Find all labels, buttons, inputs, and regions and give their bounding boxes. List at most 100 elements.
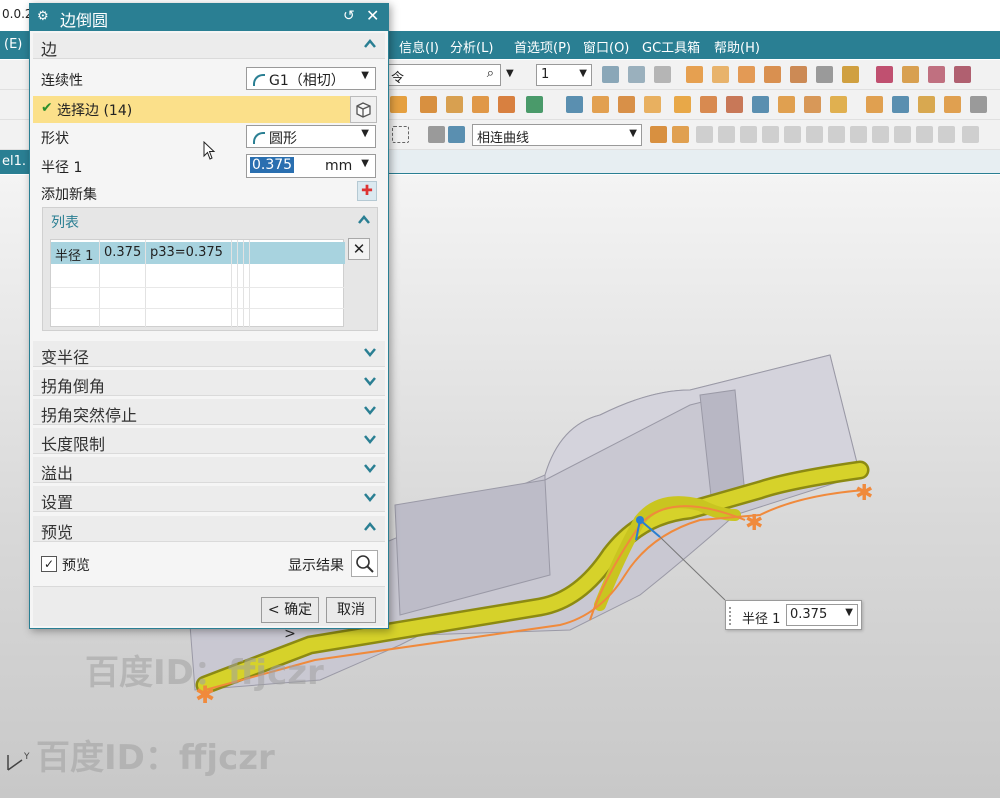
snap-off-11-icon[interactable] xyxy=(916,126,933,143)
select-edge-button[interactable] xyxy=(350,96,377,123)
section-corner-stop-header[interactable]: 拐角突然停止 xyxy=(33,399,385,425)
solid-filter-icon[interactable] xyxy=(448,126,465,143)
section-length-limit-header[interactable]: 长度限制 xyxy=(33,428,385,454)
menu-information[interactable]: 信息(I) xyxy=(399,37,439,56)
snap-control-icon[interactable] xyxy=(764,66,781,83)
menu-preferences[interactable]: 首选项(P) xyxy=(514,37,571,56)
trim-body-icon[interactable] xyxy=(752,96,769,113)
hole-icon[interactable] xyxy=(526,96,543,113)
snap-grid-icon[interactable] xyxy=(954,66,971,83)
snap-off-1-icon[interactable] xyxy=(696,126,713,143)
wcs-icon[interactable] xyxy=(628,66,645,83)
revolve-icon[interactable] xyxy=(446,96,463,113)
unite-icon[interactable] xyxy=(498,96,515,113)
snap-bounded-icon[interactable] xyxy=(928,66,945,83)
snap-off-2-icon[interactable] xyxy=(718,126,735,143)
orient-icon[interactable] xyxy=(654,66,671,83)
section-settings-header[interactable]: 设置 xyxy=(33,486,385,512)
chevron-down-icon[interactable] xyxy=(363,374,377,388)
drag-grip-icon[interactable] xyxy=(729,607,733,625)
sphere-icon[interactable] xyxy=(674,96,691,113)
snap-off-10-icon[interactable] xyxy=(894,126,911,143)
rib-icon[interactable] xyxy=(918,96,935,113)
menu-help[interactable]: 帮助(H) xyxy=(714,37,760,56)
section-corner-setback-header[interactable]: 拐角倒角 xyxy=(33,370,385,396)
draft-icon[interactable] xyxy=(804,96,821,113)
chevron-up-icon[interactable] xyxy=(363,520,377,534)
curve-rule-select[interactable]: 相连曲线 ▼ xyxy=(472,124,642,146)
chevron-down-icon[interactable] xyxy=(363,345,377,359)
pattern-icon[interactable] xyxy=(472,96,489,113)
snap-face-icon[interactable] xyxy=(902,66,919,83)
list-item[interactable]: 半径 1 0.375 p33=0.375 xyxy=(51,242,345,264)
snap-off-6-icon[interactable] xyxy=(806,126,823,143)
snap-intersection-icon[interactable] xyxy=(790,66,807,83)
chamfer-icon[interactable] xyxy=(700,96,717,113)
blend-icon[interactable] xyxy=(726,96,743,113)
snap-off-8-icon[interactable] xyxy=(850,126,867,143)
box-select-icon[interactable] xyxy=(392,126,409,143)
radius-callout-input[interactable]: 0.375 ▼ xyxy=(786,604,858,626)
more-tools-icon[interactable] xyxy=(970,96,987,113)
snap-off-7-icon[interactable] xyxy=(828,126,845,143)
render-icon[interactable] xyxy=(390,96,407,113)
chevron-up-icon[interactable] xyxy=(363,37,377,51)
snap-existing-icon[interactable] xyxy=(876,66,893,83)
section-variable-radius-header[interactable]: 变半径 xyxy=(33,341,385,367)
block-icon[interactable] xyxy=(592,96,609,113)
section-overflow-header[interactable]: 溢出 xyxy=(33,457,385,483)
offset-face-icon[interactable] xyxy=(778,96,795,113)
count-select[interactable]: 1 ▼ xyxy=(536,64,592,86)
mirror-icon[interactable] xyxy=(944,96,961,113)
show-result-button[interactable] xyxy=(351,550,378,577)
cylinder-icon[interactable] xyxy=(618,96,635,113)
preview-checkbox[interactable]: ✓ xyxy=(41,556,57,572)
layer-icon[interactable] xyxy=(602,66,619,83)
radius-input[interactable]: 0.375 mm ▼ xyxy=(246,154,376,178)
snap-off-5-icon[interactable] xyxy=(784,126,801,143)
snap-off-3-icon[interactable] xyxy=(740,126,757,143)
emboss-icon[interactable] xyxy=(892,96,909,113)
command-search-input[interactable]: 令 ⌕ xyxy=(386,64,501,86)
sew-icon[interactable] xyxy=(866,96,883,113)
search-dropdown-arrow-icon[interactable]: ▼ xyxy=(506,68,514,79)
extrude-icon[interactable] xyxy=(420,96,437,113)
snap-point-icon[interactable] xyxy=(686,66,703,83)
reset-icon[interactable]: ↺ xyxy=(343,8,355,24)
thicken-icon[interactable] xyxy=(830,96,847,113)
menu-window[interactable]: 窗口(O) xyxy=(583,37,629,56)
shape-select[interactable]: 圆形 ▼ xyxy=(246,125,376,148)
cancel-button[interactable]: 取消 xyxy=(326,597,376,623)
snap-center-icon[interactable] xyxy=(816,66,833,83)
gear-icon[interactable]: ⚙ xyxy=(37,9,49,24)
continuity-select[interactable]: G1（相切） ▼ xyxy=(246,67,376,90)
chevron-down-icon[interactable] xyxy=(363,490,377,504)
chevron-down-icon[interactable] xyxy=(363,432,377,446)
snap-off-4-icon[interactable] xyxy=(762,126,779,143)
close-icon[interactable]: ✕ xyxy=(366,6,379,25)
chevron-down-icon[interactable] xyxy=(363,461,377,475)
chevron-down-icon[interactable] xyxy=(363,403,377,417)
chevron-down-icon[interactable]: ▼ xyxy=(361,158,369,169)
intent-icon[interactable] xyxy=(650,126,667,143)
add-new-set-button[interactable]: ✚ xyxy=(357,181,377,201)
stop-at-intersection-icon[interactable] xyxy=(672,126,689,143)
cone-icon[interactable] xyxy=(644,96,661,113)
menu-analysis[interactable]: 分析(L) xyxy=(450,37,493,56)
delete-button[interactable]: ✕ xyxy=(348,238,370,260)
ok-button[interactable]: < 确定 > xyxy=(261,597,319,642)
snap-off-12-icon[interactable] xyxy=(938,126,955,143)
chevron-up-icon[interactable] xyxy=(357,213,371,227)
snap-off-13-icon[interactable] xyxy=(962,126,979,143)
menu-edit[interactable]: (E) xyxy=(4,37,22,52)
snap-mid-icon[interactable] xyxy=(738,66,755,83)
shell-icon[interactable] xyxy=(566,96,583,113)
menu-gc-toolbox[interactable]: GC工具箱 xyxy=(642,37,700,56)
section-preview-header[interactable]: 预览 xyxy=(33,516,385,542)
selection-filter-icon[interactable] xyxy=(428,126,445,143)
snap-off-9-icon[interactable] xyxy=(872,126,889,143)
dialog-titlebar[interactable]: ⚙ 边倒圆 ↺ ✕ xyxy=(30,4,388,31)
snap-end-icon[interactable] xyxy=(712,66,729,83)
section-edge-header[interactable]: 边 xyxy=(33,33,385,59)
snap-quadrant-icon[interactable] xyxy=(842,66,859,83)
